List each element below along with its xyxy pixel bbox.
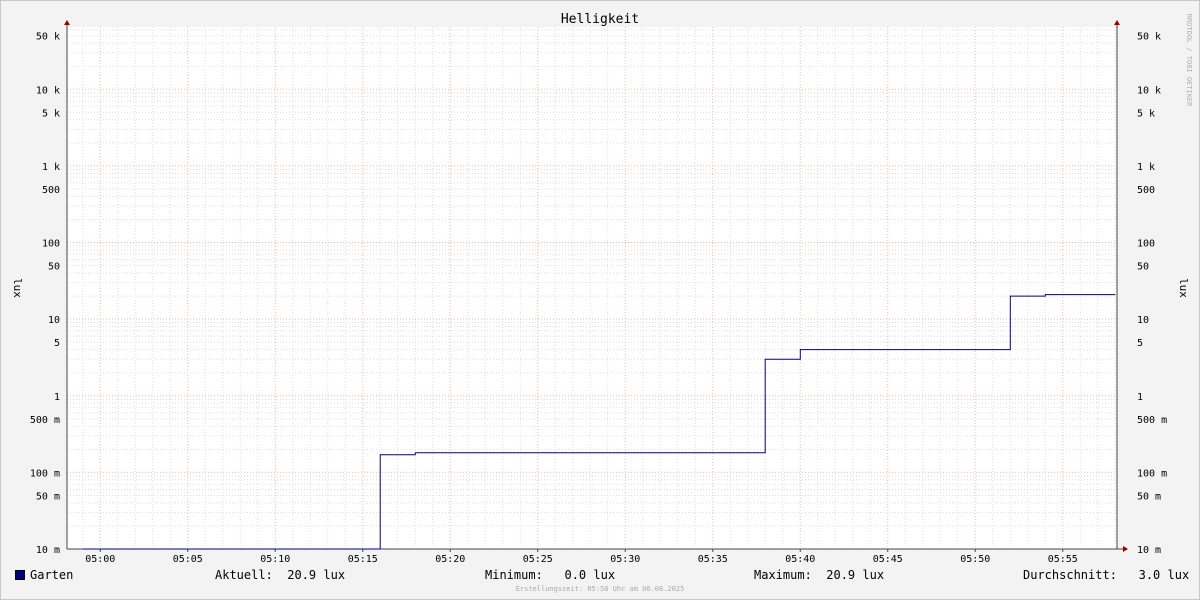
y-tick-label-left: 1 k <box>42 162 60 173</box>
y-tick-label-left: 1 <box>54 392 60 403</box>
y-tick-label-right: 50 m <box>1137 491 1161 502</box>
y-tick-label-right: 500 m <box>1137 415 1167 426</box>
y-tick-label-right: 1 k <box>1137 162 1155 173</box>
y-tick-label-right: 10 <box>1137 315 1149 326</box>
y-tick-label-right: 50 <box>1137 262 1149 273</box>
x-tick-label: 05:20 <box>435 554 465 565</box>
y-tick-label-right: 5 k <box>1137 108 1155 119</box>
x-tick-label: 05:10 <box>260 554 290 565</box>
x-tick-label: 05:45 <box>873 554 903 565</box>
y-tick-label-right: 10 m <box>1137 545 1161 556</box>
y-axis-arrow-left <box>64 20 70 25</box>
x-tick-label: 05:30 <box>610 554 640 565</box>
x-tick-label: 05:55 <box>1048 554 1078 565</box>
x-tick-label: 05:00 <box>85 554 115 565</box>
y-tick-label-left: 10 <box>48 315 60 326</box>
y-axis-arrow-right <box>1114 20 1120 25</box>
y-tick-label-left: 500 <box>42 185 60 196</box>
y-tick-label-left: 10 m <box>36 545 60 556</box>
y-tick-label-left: 100 m <box>30 468 60 479</box>
legend-series-label: Garten <box>30 568 74 582</box>
x-tick-label: 05:15 <box>348 554 378 565</box>
y-tick-label-left: 5 <box>54 338 60 349</box>
y-tick-label-right: 50 k <box>1137 32 1161 43</box>
chart: 05:00 05:05 05:10 05:15 05:20 05:25 05:30 05:35… <box>11 12 1193 565</box>
y-tick-label-left: 50 k <box>36 32 60 43</box>
x-tick-labels: 05:00 05:05 05:10 05:15 05:20 05:25 05:30 05:35… <box>85 549 1078 565</box>
plot-area <box>67 27 1117 549</box>
y-tick-label-left: 100 <box>42 239 60 250</box>
footer-timestamp: Erstellungszeit: 05:58 Uhr am 06.08.2025 <box>515 585 685 593</box>
x-tick-label: 05:25 <box>523 554 553 565</box>
x-tick-label: 05:40 <box>785 554 815 565</box>
y-axis-label-right: lux <box>1177 278 1190 298</box>
y-tick-label-left: 10 k <box>36 85 60 96</box>
legend-swatch <box>15 570 25 580</box>
legend-current: Aktuell: 20.9 lux <box>215 568 346 582</box>
y-tick-label-right: 1 <box>1137 392 1143 403</box>
y-tick-label-right: 100 <box>1137 239 1155 250</box>
y-tick-label-left: 500 m <box>30 415 60 426</box>
chart-title: Helligkeit <box>561 12 639 27</box>
x-axis-arrow <box>1123 546 1128 552</box>
y-axis-label-left: lux <box>11 278 24 298</box>
x-tick-label: 05:35 <box>698 554 728 565</box>
legend-minimum: Minimum: 0.0 lux <box>485 568 616 582</box>
watermark: RRDTOOL / TOBI OETIKER <box>1185 14 1193 108</box>
x-tick-label: 05:05 <box>173 554 203 565</box>
y-tick-label-right: 10 k <box>1137 85 1161 96</box>
y-tick-label-left: 5 k <box>42 108 60 119</box>
legend-average: Durchschnitt: 3.0 lux <box>1023 568 1190 582</box>
y-tick-label-right: 5 <box>1137 338 1143 349</box>
y-tick-label-left: 50 <box>48 262 60 273</box>
y-tick-label-right: 500 <box>1137 185 1155 196</box>
y-tick-label-left: 50 m <box>36 491 60 502</box>
y-tick-label-right: 100 m <box>1137 468 1167 479</box>
legend-maximum: Maximum: 20.9 lux <box>754 568 885 582</box>
x-tick-label: 05:50 <box>960 554 990 565</box>
